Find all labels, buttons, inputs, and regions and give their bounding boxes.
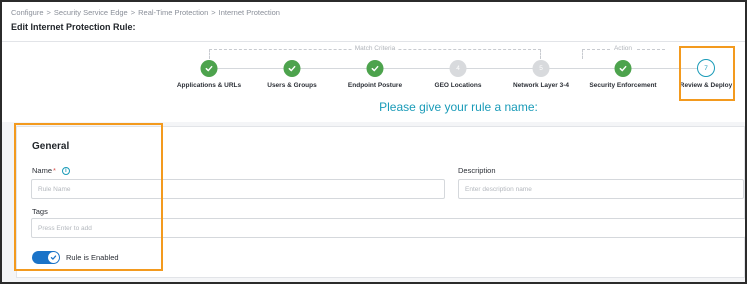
match-criteria-group-label: Match Criteria (351, 45, 399, 52)
check-icon (371, 65, 379, 72)
step-3-done-icon[interactable] (366, 60, 384, 77)
description-input[interactable] (458, 179, 744, 199)
step-label-network-layer[interactable]: Network Layer 3-4 (513, 82, 569, 89)
breadcrumb-item-security-service-edge[interactable]: Security Service Edge (54, 8, 128, 17)
app-window: Configure > Security Service Edge > Real-Tim… (0, 0, 747, 284)
step-label-geo-locations[interactable]: GEO Locations (435, 82, 482, 89)
check-icon (205, 65, 213, 72)
action-group-label: Action (610, 45, 636, 52)
check-icon (619, 65, 627, 72)
review-deploy-highlight (679, 46, 735, 101)
step-4-number[interactable]: 4 (449, 60, 467, 77)
breadcrumb-separator: > (211, 8, 216, 17)
rule-name-prompt: Please give your rule a name: (379, 100, 538, 114)
step-label-endpoint-posture[interactable]: Endpoint Posture (348, 82, 402, 89)
check-icon (288, 65, 296, 72)
step-2-done-icon[interactable] (283, 60, 301, 77)
step-6-done-icon[interactable] (614, 60, 632, 77)
step-label-security-enforcement[interactable]: Security Enforcement (589, 82, 656, 89)
step-label-applications-urls[interactable]: Applications & URLs (177, 82, 241, 89)
breadcrumb-separator: > (130, 8, 136, 17)
page-title: Edit Internet Protection Rule: (11, 22, 136, 32)
breadcrumb-separator: > (46, 8, 51, 17)
step-5-number[interactable]: 5 (532, 60, 550, 77)
breadcrumb-item-internet-protection[interactable]: Internet Protection (219, 8, 280, 17)
step-1-done-icon[interactable] (200, 60, 218, 77)
breadcrumb-item-configure[interactable]: Configure (11, 8, 44, 17)
description-label: Description (458, 166, 496, 175)
step-label-users-groups[interactable]: Users & Groups (267, 82, 317, 89)
breadcrumb-item-real-time-protection[interactable]: Real-Time Protection (138, 8, 208, 17)
general-section-highlight (14, 123, 163, 271)
header: Configure > Security Service Edge > Real-Tim… (2, 2, 745, 42)
breadcrumb: Configure > Security Service Edge > Real-Tim… (11, 8, 283, 17)
